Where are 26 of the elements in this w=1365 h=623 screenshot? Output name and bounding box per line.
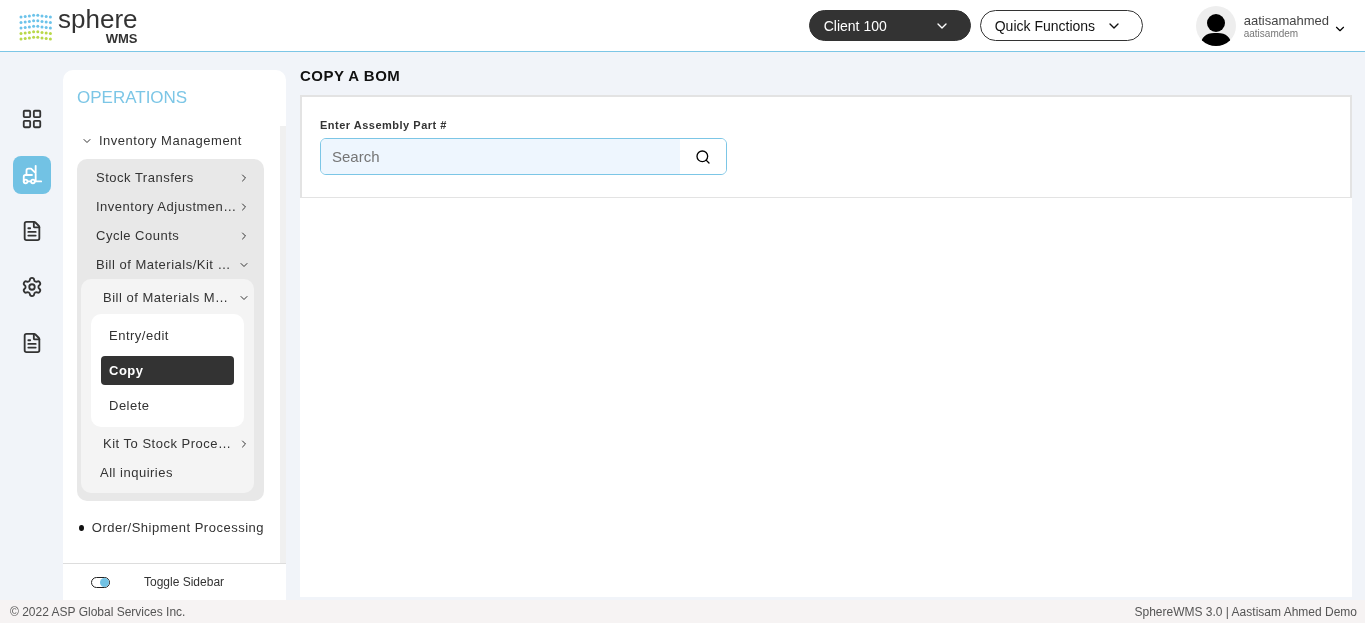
sidebar-title: OPERATIONS: [77, 88, 189, 108]
menu-group[interactable]: Inventory Management: [77, 126, 264, 155]
menu-item[interactable]: Order/Shipment Processing: [91, 520, 264, 535]
menu-item[interactable]: Copy: [101, 356, 234, 385]
client-select[interactable]: Client 100: [808, 10, 971, 41]
menu-item[interactable]: Delete: [101, 391, 234, 420]
menu-item[interactable]: Inventory Adjustmen…: [81, 192, 254, 221]
logo-subtitle: WMS: [105, 32, 138, 45]
menu-item[interactable]: All inquiries: [81, 458, 254, 487]
user-login: aatisamdem: [1243, 27, 1300, 39]
field-label: Enter Assembly Part #: [320, 119, 448, 131]
menu-item[interactable]: Cycle Counts: [81, 221, 254, 250]
search-field[interactable]: Search: [320, 138, 727, 175]
toggle-label: Toggle Sidebar: [144, 575, 225, 589]
menu-item[interactable]: Bill of Materials/Kit …: [81, 250, 254, 279]
bullet-icon: [79, 524, 84, 531]
version-text: SphereWMS 3.0 | Aastisam Ahmed Demo: [1134, 604, 1357, 619]
menu-item[interactable]: Bill of Materials M…: [81, 283, 254, 312]
user-name: aatisamahmed: [1243, 12, 1329, 28]
menu-item[interactable]: Kit To Stock Proce…: [81, 429, 254, 458]
menu-item[interactable]: Stock Transfers: [81, 163, 254, 192]
logo-name: sphere: [58, 6, 138, 32]
menu-item[interactable]: Entry/edit: [101, 321, 234, 350]
copyright-text: © 2022 ASP Global Services Inc.: [10, 604, 186, 619]
quick-functions-select[interactable]: Quick Functions: [979, 10, 1143, 41]
page-title: COPY A BOM: [300, 67, 402, 84]
